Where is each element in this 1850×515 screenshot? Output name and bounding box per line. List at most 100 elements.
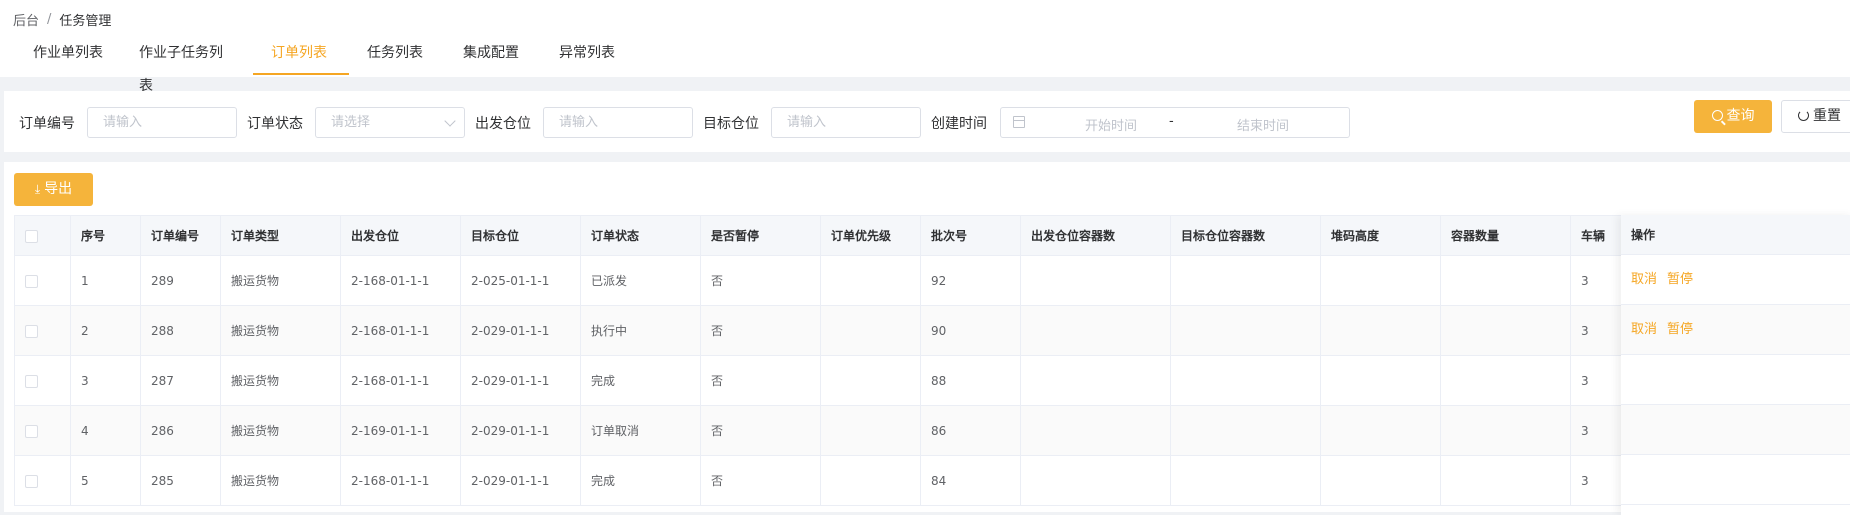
column-header[interactable]: 目标仓位容器数 bbox=[1170, 215, 1321, 256]
table-cell: 2-169-01-1-1 bbox=[340, 405, 461, 456]
breadcrumb-current: 任务管理 bbox=[59, 14, 112, 29]
export-button[interactable]: ⤓ 导出 bbox=[14, 173, 93, 206]
order-no-label: 订单编号 bbox=[19, 116, 75, 132]
table-cell: 搬运货物 bbox=[220, 405, 341, 456]
order-table: 序号 订单编号 订单类型 出发仓位 目标仓位 订单状态 是否暂停 订单优先级 批… bbox=[14, 215, 1631, 506]
column-header[interactable]: 订单状态 bbox=[580, 215, 701, 256]
table-cell: 84 bbox=[920, 455, 1021, 506]
table-cell: 1 bbox=[70, 255, 141, 306]
table-cell bbox=[1320, 355, 1441, 406]
tab-bar: 作业单列表 作业子任务列表 订单列表 任务列表 集成配置 异常列表 bbox=[15, 37, 637, 94]
table-cell: 289 bbox=[140, 255, 221, 306]
from-location-input[interactable]: 请输入 bbox=[543, 107, 693, 138]
table-cell: 287 bbox=[140, 355, 221, 406]
order-status-label: 订单状态 bbox=[247, 116, 303, 132]
to-location-input[interactable]: 请输入 bbox=[771, 107, 921, 138]
table-row[interactable]: 5 285 搬运货物 2-168-01-1-1 2-029-01-1-1 完成否 84 3 bbox=[14, 455, 1631, 506]
table-cell: 92 bbox=[920, 255, 1021, 306]
start-time-input[interactable]: 开始时间 bbox=[1071, 115, 1151, 134]
table-row[interactable]: 2 288 搬运货物 2-168-01-1-1 2-029-01-1-1 执行中否 90 3 bbox=[14, 305, 1631, 356]
from-location-label: 出发仓位 bbox=[475, 116, 531, 132]
column-header[interactable]: 订单编号 bbox=[140, 215, 221, 256]
row-checkbox[interactable] bbox=[25, 424, 38, 438]
row-checkbox[interactable] bbox=[25, 374, 38, 388]
table-cell: 搬运货物 bbox=[220, 305, 341, 356]
cancel-order-link[interactable]: 取消 bbox=[1631, 272, 1657, 287]
row-checkbox[interactable] bbox=[25, 324, 38, 338]
breadcrumb: 后台 / 任务管理 bbox=[13, 10, 111, 29]
cancel-order-link[interactable]: 取消 bbox=[1631, 322, 1657, 337]
column-header[interactable]: 是否暂停 bbox=[700, 215, 821, 256]
column-header[interactable]: 订单类型 bbox=[220, 215, 341, 256]
column-header[interactable]: 容器数量 bbox=[1440, 215, 1571, 256]
calendar-icon bbox=[1013, 116, 1025, 128]
end-time-input[interactable]: 结束时间 bbox=[1223, 115, 1303, 134]
table-header-row: 序号 订单编号 订单类型 出发仓位 目标仓位 订单状态 是否暂停 订单优先级 批… bbox=[14, 215, 1631, 256]
select-all-checkbox[interactable] bbox=[25, 229, 38, 243]
tab-exception-list[interactable]: 异常列表 bbox=[541, 37, 637, 75]
query-button[interactable]: 查询 bbox=[1694, 100, 1772, 133]
chevron-down-icon bbox=[444, 115, 456, 127]
column-header[interactable]: 出发仓位 bbox=[340, 215, 461, 256]
table-cell: 285 bbox=[140, 455, 221, 506]
tab-order-list[interactable]: 订单列表 bbox=[253, 37, 349, 75]
column-header[interactable]: 出发仓位容器数 bbox=[1020, 215, 1171, 256]
table-cell bbox=[1170, 455, 1321, 506]
created-time-range-picker[interactable]: 开始时间 - 结束时间 bbox=[1000, 107, 1350, 138]
table-cell bbox=[1320, 305, 1441, 356]
table-row[interactable]: 4 286 搬运货物 2-169-01-1-1 2-029-01-1-1 订单取消否 86 3 bbox=[14, 405, 1631, 456]
column-header[interactable]: 序号 bbox=[70, 215, 141, 256]
column-header[interactable]: 订单优先级 bbox=[820, 215, 921, 256]
column-header[interactable]: 堆码高度 bbox=[1320, 215, 1441, 256]
pause-order-link[interactable]: 暂停 bbox=[1667, 272, 1693, 287]
top-bar: 后台 / 任务管理 作业单列表 作业子任务列表 订单列表 任务列表 集成配置 异… bbox=[0, 0, 1850, 94]
reset-button[interactable]: 重置 bbox=[1781, 100, 1850, 133]
search-panel: 订单编号 请输入 订单状态 请选择 出发仓位 请输入 目标仓位 请输入 创建时间… bbox=[4, 91, 1850, 152]
table-cell bbox=[1320, 255, 1441, 306]
table-cell: 2-029-01-1-1 bbox=[460, 405, 581, 456]
refresh-icon bbox=[1798, 110, 1809, 121]
table-cell: 4 bbox=[70, 405, 141, 456]
search-icon bbox=[1711, 110, 1723, 121]
table-cell: 否 bbox=[700, 455, 821, 506]
table-cell: 执行中 bbox=[580, 305, 701, 356]
operations-cell bbox=[1621, 405, 1850, 455]
table-cell: 90 bbox=[920, 305, 1021, 356]
pause-order-link[interactable]: 暂停 bbox=[1667, 322, 1693, 337]
operations-cell: 取消 暂停 bbox=[1621, 255, 1850, 305]
tab-integration-config[interactable]: 集成配置 bbox=[445, 37, 541, 75]
row-select-cell bbox=[14, 255, 71, 306]
table-row[interactable]: 1 289 搬运货物 2-168-01-1-1 2-025-01-1-1 已派发否 92 3 bbox=[14, 255, 1631, 306]
table-cell: 否 bbox=[700, 405, 821, 456]
reset-button-label: 重置 bbox=[1813, 108, 1841, 124]
range-separator: - bbox=[1169, 114, 1174, 129]
column-header[interactable]: 目标仓位 bbox=[460, 215, 581, 256]
order-status-select[interactable]: 请选择 bbox=[315, 107, 465, 138]
order-no-input[interactable]: 请输入 bbox=[87, 107, 237, 138]
row-select-cell bbox=[14, 355, 71, 406]
column-header[interactable]: 批次号 bbox=[920, 215, 1021, 256]
breadcrumb-home[interactable]: 后台 bbox=[13, 10, 39, 29]
tab-subtask-list[interactable]: 作业子任务列表 bbox=[121, 37, 253, 94]
row-select-cell bbox=[14, 305, 71, 356]
table-cell: 订单取消 bbox=[580, 405, 701, 456]
table-cell bbox=[1440, 355, 1571, 406]
table-cell: 2-168-01-1-1 bbox=[340, 305, 461, 356]
table-cell: 2 bbox=[70, 305, 141, 356]
table-cell: 3 bbox=[70, 355, 141, 406]
table-row[interactable]: 3 287 搬运货物 2-168-01-1-1 2-029-01-1-1 完成否 88 3 bbox=[14, 355, 1631, 406]
table-cell: 2-168-01-1-1 bbox=[340, 255, 461, 306]
table-cell: 否 bbox=[700, 305, 821, 356]
query-button-label: 查询 bbox=[1726, 108, 1755, 124]
fixed-operations-column: 操作 取消 暂停 取消 暂停 bbox=[1621, 215, 1850, 515]
tab-task-list[interactable]: 任务列表 bbox=[349, 37, 445, 75]
tab-job-list[interactable]: 作业单列表 bbox=[15, 37, 121, 75]
created-time-label: 创建时间 bbox=[931, 116, 987, 132]
row-checkbox[interactable] bbox=[25, 474, 38, 488]
table-cell bbox=[1170, 405, 1321, 456]
table-cell bbox=[1020, 355, 1171, 406]
row-checkbox[interactable] bbox=[25, 274, 38, 288]
table-cell bbox=[1440, 255, 1571, 306]
table-cell bbox=[1170, 305, 1321, 356]
table-cell bbox=[1020, 305, 1171, 356]
